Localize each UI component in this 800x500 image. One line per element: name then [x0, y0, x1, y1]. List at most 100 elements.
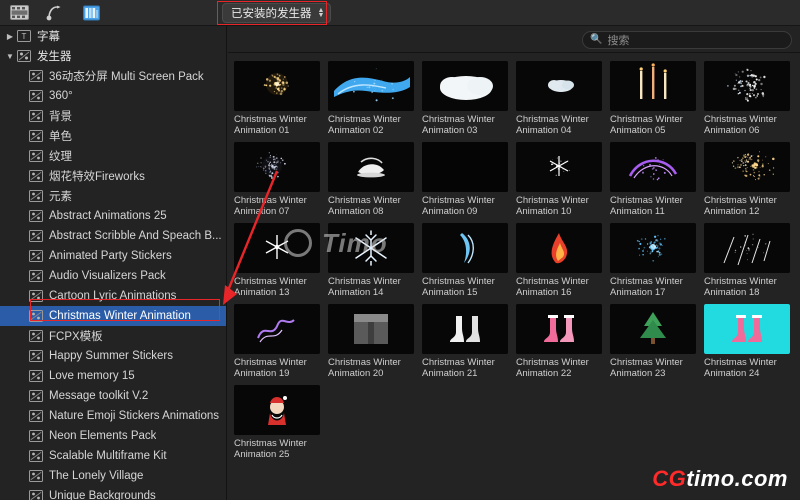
generator-item[interactable]: Christmas Winter Animation 09: [422, 142, 516, 223]
generator-browser[interactable]: Christmas Winter Animation 01 Christmas W…: [228, 53, 800, 500]
generator-thumbnail[interactable]: [422, 304, 508, 354]
sidebar-item-20[interactable]: Neon Elements Pack: [0, 426, 226, 446]
generator-caption: Christmas Winter Animation 15: [422, 276, 495, 298]
generator-thumbnail[interactable]: [234, 304, 320, 354]
generator-thumbnail[interactable]: [610, 61, 696, 111]
disclosure-open-icon[interactable]: ▼: [4, 52, 16, 61]
watermark-cg-text: CG: [652, 466, 687, 491]
generator-source-popup-container: 已安装的发生器 ▲ ▼: [222, 3, 332, 23]
generator-item[interactable]: Christmas Winter Animation 13: [234, 223, 328, 304]
sidebar-item-label: Nature Emoji Stickers Animations: [49, 410, 220, 422]
generator-item[interactable]: Christmas Winter Animation 08: [328, 142, 422, 223]
generator-thumbnail[interactable]: [516, 223, 602, 273]
generator-source-popup[interactable]: 已安装的发生器 ▲ ▼: [222, 3, 332, 23]
generator-item[interactable]: Christmas Winter Animation 04: [516, 61, 610, 142]
browser-search-row: 🔍 搜索: [228, 27, 800, 53]
sidebar-item-2[interactable]: 36动态分屏 Multi Screen Pack: [0, 66, 226, 86]
disclosure-closed-icon[interactable]: ▶: [4, 32, 16, 41]
generator-thumbnail[interactable]: [610, 304, 696, 354]
folder-icon: [28, 229, 44, 243]
sidebar-item-22[interactable]: The Lonely Village: [0, 466, 226, 486]
generator-item[interactable]: Christmas Winter Animation 02: [328, 61, 422, 142]
generator-thumbnail[interactable]: [610, 223, 696, 273]
folder-icon: [28, 429, 44, 443]
sidebar-item-14[interactable]: Christmas Winter Animation: [0, 306, 226, 326]
generator-thumbnail[interactable]: [328, 61, 414, 111]
generator-thumbnail[interactable]: [704, 223, 790, 273]
generator-item[interactable]: Christmas Winter Animation 17: [610, 223, 704, 304]
folder-icon: [28, 409, 44, 423]
generator-item[interactable]: Christmas Winter Animation 16: [516, 223, 610, 304]
generator-thumbnail[interactable]: [516, 304, 602, 354]
sidebar-item-18[interactable]: Message toolkit V.2: [0, 386, 226, 406]
generator-item[interactable]: Christmas Winter Animation 22: [516, 304, 610, 385]
generator-thumbnail[interactable]: [704, 142, 790, 192]
generator-item[interactable]: Christmas Winter Animation 25: [234, 385, 328, 466]
fcpx-generator-browser-window: 已安装的发生器 ▲ ▼ 🔍 搜索 ▶ T 字幕 ▼ 发生器 36动态分屏 Multi Scr…: [0, 0, 800, 500]
generator-item[interactable]: Christmas Winter Animation 15: [422, 223, 516, 304]
sidebar-item-13[interactable]: Cartoon Lyric Animations: [0, 286, 226, 306]
library-icon[interactable]: [80, 4, 102, 22]
sidebar-item-3[interactable]: 360°: [0, 86, 226, 106]
generator-thumbnail[interactable]: [422, 142, 508, 192]
folder-icon: [28, 209, 44, 223]
keyframe-icon[interactable]: [44, 4, 66, 22]
sidebar-item-16[interactable]: Happy Summer Stickers: [0, 346, 226, 366]
generator-thumbnail[interactable]: [516, 142, 602, 192]
sidebar-item-4[interactable]: 背景: [0, 106, 226, 126]
generator-thumbnail[interactable]: [610, 142, 696, 192]
generator-thumbnail[interactable]: [328, 142, 414, 192]
generator-item[interactable]: Christmas Winter Animation 24: [704, 304, 798, 385]
sidebar-item-12[interactable]: Audio Visualizers Pack: [0, 266, 226, 286]
sidebar-item-label: Abstract Scribble And Speach B...: [49, 230, 222, 242]
generator-thumbnail[interactable]: [328, 304, 414, 354]
generator-thumbnail[interactable]: [422, 223, 508, 273]
generator-item[interactable]: Christmas Winter Animation 20: [328, 304, 422, 385]
sidebar-item-5[interactable]: 单色: [0, 126, 226, 146]
sidebar-item-0[interactable]: ▶ T 字幕: [0, 26, 226, 46]
generator-item[interactable]: Christmas Winter Animation 10: [516, 142, 610, 223]
sidebar-item-23[interactable]: Unique Backgrounds: [0, 486, 226, 500]
generator-thumbnail[interactable]: [516, 61, 602, 111]
generator-caption: Christmas Winter Animation 18: [704, 276, 777, 298]
generator-thumbnail[interactable]: [704, 61, 790, 111]
generator-thumbnail[interactable]: [234, 223, 320, 273]
generator-thumbnail[interactable]: [234, 142, 320, 192]
generator-thumbnail[interactable]: [234, 61, 320, 111]
generator-item[interactable]: Christmas Winter Animation 21: [422, 304, 516, 385]
search-field[interactable]: 🔍 搜索: [582, 31, 792, 49]
generator-item[interactable]: Christmas Winter Animation 07: [234, 142, 328, 223]
sidebar-item-11[interactable]: Animated Party Stickers: [0, 246, 226, 266]
sidebar-item-21[interactable]: Scalable Multiframe Kit: [0, 446, 226, 466]
sidebar-item-10[interactable]: Abstract Scribble And Speach B...: [0, 226, 226, 246]
generator-thumbnail[interactable]: [328, 223, 414, 273]
sidebar-item-17[interactable]: Love memory 15: [0, 366, 226, 386]
folder-icon: [28, 169, 44, 183]
sidebar-item-6[interactable]: 纹理: [0, 146, 226, 166]
generator-thumbnail[interactable]: [704, 304, 790, 354]
sidebar-item-7[interactable]: 烟花特效Fireworks: [0, 166, 226, 186]
sidebar-item-label: 发生器: [37, 51, 72, 63]
generator-item[interactable]: Christmas Winter Animation 12: [704, 142, 798, 223]
sidebar-item-8[interactable]: 元素: [0, 186, 226, 206]
sidebar-list[interactable]: ▶ T 字幕 ▼ 发生器 36动态分屏 Multi Screen Pack 360° 背景 单色…: [0, 26, 227, 500]
generator-caption: Christmas Winter Animation 19: [234, 357, 307, 379]
generator-item[interactable]: Christmas Winter Animation 14: [328, 223, 422, 304]
generator-item[interactable]: Christmas Winter Animation 23: [610, 304, 704, 385]
sidebar-item-9[interactable]: Abstract Animations 25: [0, 206, 226, 226]
media-import-icon[interactable]: [8, 4, 30, 22]
generator-grid: Christmas Winter Animation 01 Christmas W…: [228, 53, 800, 466]
generator-item[interactable]: Christmas Winter Animation 19: [234, 304, 328, 385]
generator-item[interactable]: Christmas Winter Animation 05: [610, 61, 704, 142]
generator-item[interactable]: Christmas Winter Animation 18: [704, 223, 798, 304]
sidebar-item-15[interactable]: FCPX模板: [0, 326, 226, 346]
generator-item[interactable]: Christmas Winter Animation 01: [234, 61, 328, 142]
sidebar-item-19[interactable]: Nature Emoji Stickers Animations: [0, 406, 226, 426]
generator-caption: Christmas Winter Animation 20: [328, 357, 401, 379]
generator-item[interactable]: Christmas Winter Animation 06: [704, 61, 798, 142]
generator-item[interactable]: Christmas Winter Animation 03: [422, 61, 516, 142]
sidebar-item-1[interactable]: ▼ 发生器: [0, 46, 226, 66]
generator-thumbnail[interactable]: [234, 385, 320, 435]
generator-thumbnail[interactable]: [422, 61, 508, 111]
generator-item[interactable]: Christmas Winter Animation 11: [610, 142, 704, 223]
